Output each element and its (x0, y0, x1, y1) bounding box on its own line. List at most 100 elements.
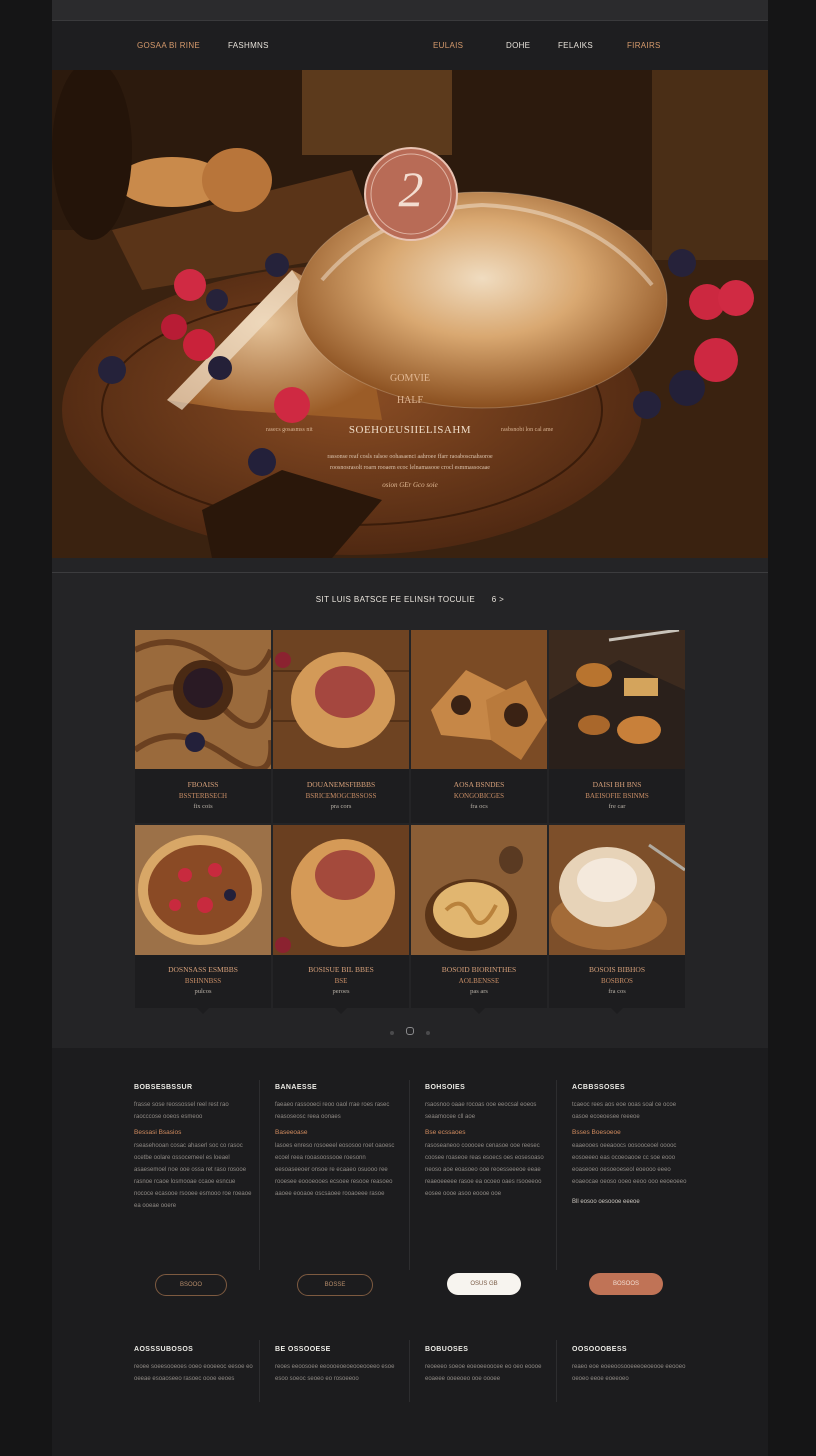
footer-bottom-title: AOSSSUBOSOS (134, 1346, 194, 1353)
footer-bottom-title: OOSOOOBESS (572, 1346, 627, 1353)
page: GOSAA BI RINE FASHMNS EULAIS DOHE FELAIK… (52, 0, 768, 1456)
nav-link-4[interactable]: FIRAIRS (627, 41, 661, 50)
footer-column-title: BOBSESBSSUR (134, 1084, 193, 1091)
products-next-arrow[interactable]: 6 > (492, 595, 505, 604)
footer-button-3[interactable]: OSUS GB (447, 1273, 521, 1295)
product-price: fre car (608, 803, 626, 810)
column-divider (259, 1340, 260, 1402)
product-card[interactable]: BOSOIS BIBHOS BOSBROS fra cos (549, 825, 685, 1008)
footer-column-subtitle: Baseeoase (275, 1129, 308, 1136)
product-card[interactable]: DOUANEMSFIBBBS BSRICEMOGCBSSOSS pra cors (273, 630, 409, 823)
footer-bottom-body: reaeo eoe eoeeoosooeeeoeoeooe eeooeo oeo… (572, 1364, 686, 1382)
product-image (549, 630, 685, 769)
product-card[interactable]: DOSNSASS ESMBBS BSHNNBSS pulcos (135, 825, 271, 1008)
hero-desc-2: roosnosrasolt roarn rooaem ecoc lelnamas… (330, 465, 490, 471)
footer-column-title: BANAESSE (275, 1084, 318, 1091)
product-card[interactable]: DAISI BH BNS BAEISOFIE BSINMS fre car (549, 630, 685, 823)
carousel-dot[interactable] (389, 1031, 394, 1035)
footer-bottom-column: BOBUOSES reoeeeo soeoe eoeoeeoocee eo oe… (425, 1346, 545, 1385)
product-card[interactable]: AOSA BSNDES KONGOBICGES fra ocs (411, 630, 547, 823)
footer-column-intro: tcaeoc rees aos eoe ooas soal ce ocoe oa… (572, 1102, 677, 1120)
footer-column-title: BOHSOIES (425, 1084, 466, 1091)
footer-column-extra: Bll eosoo oesoooe eeeoe (572, 1199, 640, 1205)
carousel-dot-active[interactable] (406, 1027, 414, 1035)
column-divider (259, 1080, 260, 1270)
products-section-title: SIT LUIS BATSCE FE ELINSH TOCULIE 6 > (52, 595, 768, 604)
product-image (273, 825, 409, 955)
footer-bottom-column: BE OSSOOESE reoes eeoosoee eeoooeoeoeooe… (275, 1346, 395, 1385)
product-image (135, 630, 271, 769)
product-subtitle: BOSBROS (601, 977, 633, 985)
footer-column-body: eaaeooes oeeaoocs oosooceoel ooooc eosoe… (572, 1143, 687, 1185)
footer-button-4[interactable]: BOSOOS (589, 1273, 663, 1295)
footer-column-body: rseasehooan cosac ahaserl soc co rasoc o… (134, 1143, 252, 1209)
product-card[interactable]: BOSOID BIORINTHES AOLBENSSE pas ars (411, 825, 547, 1008)
product-price: pulcos (194, 988, 212, 995)
product-card[interactable]: BOSISUE BIL BBES BSE peroes (273, 825, 409, 1008)
product-subtitle: BSHNNBSS (184, 977, 222, 985)
footer-column-subtitle: Bsses Boesoeoe (572, 1129, 621, 1136)
product-subtitle: BSRICEMOGCBSSOSS (305, 792, 377, 800)
footer-bottom-column: OOSOOOBESS reaeo eoe eoeeoosooeeeoeoeooe… (572, 1346, 692, 1385)
product-subtitle: KONGOBICGES (453, 792, 505, 800)
product-image (411, 630, 547, 769)
footer-bottom-title: BOBUOSES (425, 1346, 469, 1353)
nav-link-2[interactable]: DOHE (506, 41, 530, 50)
brand-logo[interactable]: GOSAA BI RINE (137, 41, 200, 50)
product-price: fra cos (608, 988, 626, 995)
footer-column-intro: faeaeo rassooeci reoo oaol rrae roes ras… (275, 1102, 390, 1120)
product-title: DOUANEMSFIBBBS (306, 780, 376, 789)
footer-bottom-body: reoeeeo soeoe eoeoeeoocee eo oeo eoooe e… (425, 1364, 542, 1382)
product-title: BOSOID BIORINTHES (441, 965, 517, 974)
section-divider (52, 572, 768, 573)
product-price: pra cors (330, 803, 352, 810)
product-price: peroes (332, 988, 350, 995)
footer-column: BOBSESBSSUR frasse sose reossossel reel … (134, 1084, 254, 1212)
column-divider (556, 1340, 557, 1402)
footer-column: BOHSOIES rsaosnoo oaae rocoas ooe eeocsa… (425, 1084, 545, 1200)
card-notch (611, 1008, 623, 1014)
product-title: DAISI BH BNS (592, 780, 642, 789)
product-subtitle: BSE (334, 977, 348, 985)
carousel-dot[interactable] (426, 1031, 431, 1035)
footer-bottom-body: reoee soeesooeoes ooeo eooeeoc eesoe eo … (134, 1364, 253, 1382)
product-image (411, 825, 547, 955)
carousel-dots (52, 1022, 768, 1040)
product-subtitle: AOLBENSSE (458, 977, 500, 985)
column-divider (409, 1080, 410, 1270)
nav-link-primary[interactable]: FASHMNS (228, 41, 269, 50)
card-notch (473, 1008, 485, 1014)
footer-column: ACBBSSOSES tcaeoc rees aos eoe ooas soal… (572, 1084, 692, 1208)
product-card[interactable]: FBOAISS BSSTERBSECH fix cois (135, 630, 271, 823)
column-divider (556, 1080, 557, 1270)
hero-headline-right: rasbsnobi lon cal ame (501, 427, 554, 433)
product-price: fix cois (193, 803, 213, 810)
nav-link-1[interactable]: EULAIS (433, 41, 463, 50)
product-title: AOSA BSNDES (453, 780, 505, 789)
product-title: FBOAISS (187, 780, 219, 789)
column-divider (409, 1340, 410, 1402)
footer-column-subtitle: Bessasi Bsasios (134, 1129, 182, 1136)
product-title: BOSISUE BIL BBES (308, 965, 374, 974)
footer: BOBSESBSSUR frasse sose reossossel reel … (52, 1048, 768, 1456)
hero-headline: SOEHOEUSIIELISAHM (348, 424, 472, 436)
footer-button-2[interactable]: BOSSE (297, 1274, 373, 1296)
hero-line-2: HALF (396, 395, 424, 406)
footer-button-1[interactable]: BSOOO (155, 1274, 227, 1296)
nav-link-3[interactable]: FELAIKS (558, 41, 593, 50)
product-subtitle: BAEISOFIE BSINMS (585, 792, 649, 800)
footer-column-intro: frasse sose reossossel reel rest rao rao… (134, 1102, 229, 1120)
footer-column-intro: rsaosnoo oaae rocoas ooe eeocsal eoeos s… (425, 1102, 537, 1120)
footer-bottom-body: reoes eeoosoee eeoooeoeoeooeooeeo esoe e… (275, 1364, 395, 1382)
product-price: fra ocs (470, 803, 488, 810)
product-image (273, 630, 409, 769)
product-image (135, 825, 271, 955)
product-title: BOSOIS BIBHOS (588, 965, 646, 974)
product-title: DOSNSASS ESMBBS (168, 965, 238, 974)
card-notch (335, 1008, 347, 1014)
footer-column-subtitle: Bse ecssaoes (425, 1129, 466, 1136)
hero-desc-1: rassonse reaf cosls ralsoe oohasaenci aa… (327, 454, 493, 460)
footer-bottom-column: AOSSSUBOSOS reoee soeesooeoes ooeo eooee… (134, 1346, 254, 1385)
footer-column-body: lasoes enreso rosoeeel eososoo roet oaoe… (275, 1143, 395, 1197)
top-nav: GOSAA BI RINE FASHMNS EULAIS DOHE FELAIK… (52, 21, 768, 70)
